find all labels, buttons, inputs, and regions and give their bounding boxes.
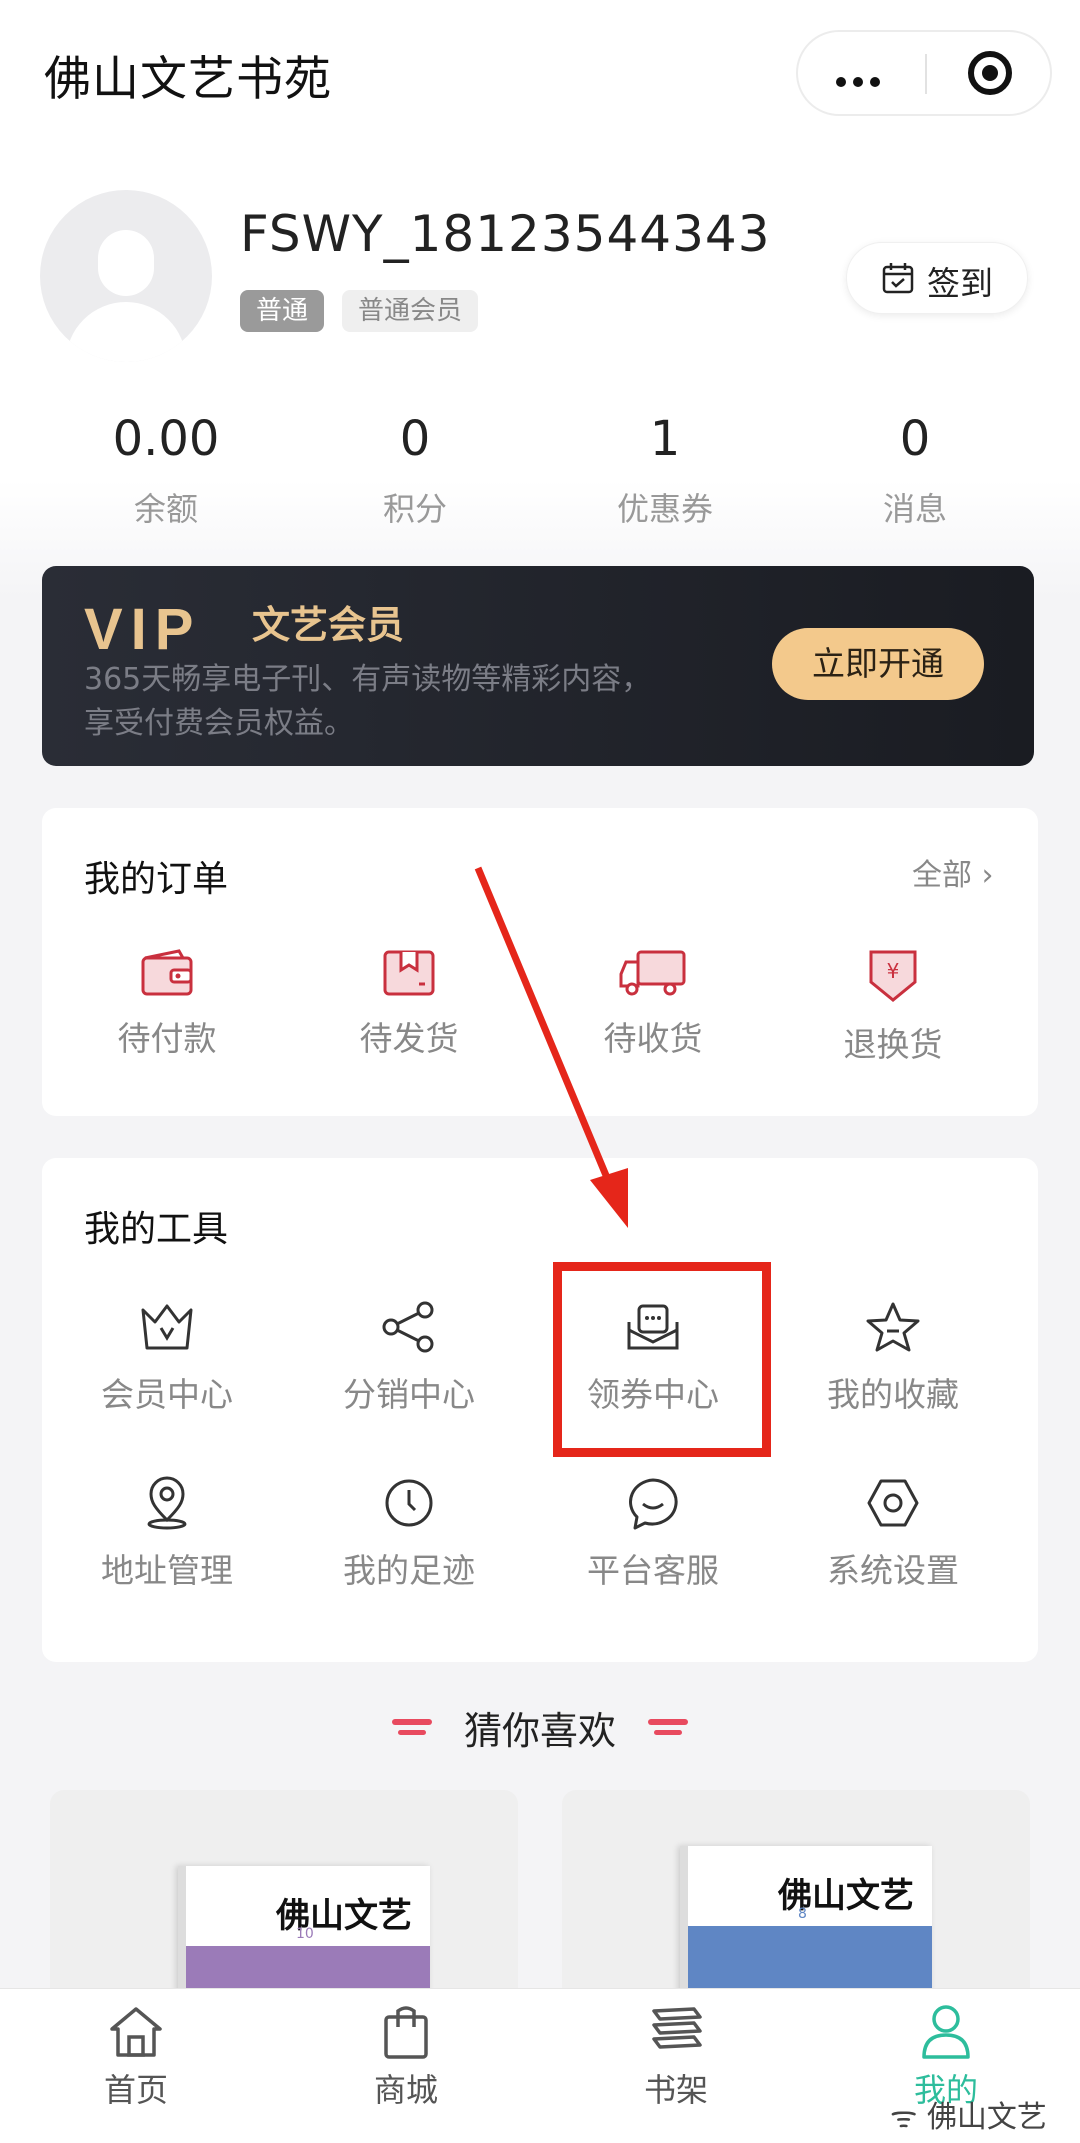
location-pin-icon [147,1476,187,1530]
user-icon [922,2005,970,2059]
tool-label: 系统设置 [827,1551,959,1590]
stat-messages[interactable]: 0 消息 [790,408,1040,530]
capsule-divider [925,54,927,94]
tool-member-center[interactable]: 会员中心 [42,1300,292,1416]
watermark: ᯤ 佛山文艺 [890,2092,1047,2136]
stat-label: 积分 [382,490,447,528]
bookshelf-icon [652,2007,702,2049]
vip-title: 文艺会员 [252,603,405,647]
chat-bubble-icon [629,1478,678,1530]
tab-mall[interactable]: 商城 [336,2001,476,2111]
stat-label: 优惠券 [616,490,713,528]
level-badge: 普通 [240,290,325,332]
highlight-box [553,1262,771,1457]
vip-desc-line: 365天畅享电子刊、有声读物等精彩内容， [84,662,652,697]
avatar[interactable] [40,190,212,362]
star-icon [866,1302,920,1352]
title-decoration-right [648,1719,688,1725]
orders-card: 我的订单 全部 › 待付款 待发货 待收货 ¥ 退换货 [42,808,1038,1116]
title-decoration-right [654,1730,682,1735]
username: FSWY_18123544343 [240,205,771,263]
app-title: 佛山文艺书苑 [44,52,332,107]
share-icon [382,1301,434,1353]
tab-home[interactable]: 首页 [66,2001,206,2111]
calendar-icon [882,263,914,294]
svg-text:¥: ¥ [887,959,900,983]
tools-card: 我的工具 会员中心 分销中心 领券中心 我的收藏 地址管理 我的足迹 平台客服 … [42,1158,1038,1662]
vip-logo: VIP [84,597,202,662]
tab-label: 商城 [373,2071,438,2109]
cover-issue: 10 [296,1926,314,1942]
cover-issue: 8 [798,1906,807,1922]
tab-label: 首页 [103,2071,168,2109]
order-label: 退换货 [843,1025,943,1064]
crown-icon [141,1304,193,1350]
stat-label: 余额 [133,490,198,528]
stat-points[interactable]: 0 积分 [290,408,540,530]
watermark-text: 佛山文艺 [926,2100,1047,2135]
order-label: 待付款 [117,1019,217,1058]
checkin-label: 签到 [927,264,993,303]
orders-all-link[interactable]: 全部 › [912,850,994,894]
vip-description: 365天畅享电子刊、有声读物等精彩内容， 享受付费会员权益。 [84,658,744,746]
more-icon[interactable] [836,72,887,91]
orders-all-label: 全部 [912,858,972,893]
tool-label: 我的足迹 [343,1551,475,1590]
tool-customer-service[interactable]: 平台客服 [528,1476,778,1592]
home-icon [110,2007,162,2057]
stat-value: 1 [649,411,681,467]
order-label: 待收货 [603,1019,703,1058]
tool-label: 分销中心 [343,1375,475,1414]
chevron-right-icon: › [972,858,994,893]
stat-coupons[interactable]: 1 优惠券 [540,408,790,530]
order-pending-shipment[interactable]: 待发货 [284,948,534,1060]
wechat-icon: ᯤ [890,2100,927,2135]
clock-icon [385,1479,433,1527]
package-icon [383,950,435,996]
tool-settings[interactable]: 系统设置 [768,1476,1018,1592]
tool-label: 地址管理 [101,1551,233,1590]
shopping-bag-icon [384,2006,428,2059]
vip-desc-line: 享受付费会员权益。 [84,706,354,741]
order-label: 待发货 [359,1019,459,1058]
tool-label: 平台客服 [587,1551,719,1590]
stat-value: 0 [899,411,931,467]
stat-value: 0.00 [112,411,220,467]
truck-icon [619,950,686,996]
vip-open-button[interactable]: 立即开通 [772,628,984,700]
checkin-button[interactable]: 签到 [846,242,1028,314]
tool-address[interactable]: 地址管理 [42,1476,292,1592]
orders-title: 我的订单 [84,859,229,900]
tool-label: 我的收藏 [827,1375,959,1414]
miniprogram-capsule [796,30,1052,116]
wallet-icon [141,949,193,996]
vip-banner[interactable]: VIP 文艺会员 365天畅享电子刊、有声读物等精彩内容， 享受付费会员权益。 … [42,566,1034,766]
tool-distribution-center[interactable]: 分销中心 [284,1300,534,1416]
recommend-title: 猜你喜欢 [463,1709,616,1753]
refund-icon: ¥ [869,950,917,1002]
tool-label: 会员中心 [101,1375,233,1414]
tool-favorites[interactable]: 我的收藏 [768,1300,1018,1416]
tools-title: 我的工具 [84,1209,229,1250]
order-refund[interactable]: ¥ 退换货 [768,948,1018,1066]
tool-footprint[interactable]: 我的足迹 [284,1476,534,1592]
stat-balance[interactable]: 0.00 余额 [41,408,291,530]
tab-bookshelf[interactable]: 书架 [606,2001,746,2111]
tab-label: 书架 [643,2071,708,2109]
hexagon-settings-icon [867,1479,919,1527]
stat-value: 0 [399,411,431,467]
order-pending-receipt[interactable]: 待收货 [528,948,778,1060]
close-target-icon[interactable] [968,51,1012,95]
stat-label: 消息 [882,490,947,528]
order-pending-payment[interactable]: 待付款 [42,948,292,1060]
member-badge: 普通会员 [342,290,479,332]
